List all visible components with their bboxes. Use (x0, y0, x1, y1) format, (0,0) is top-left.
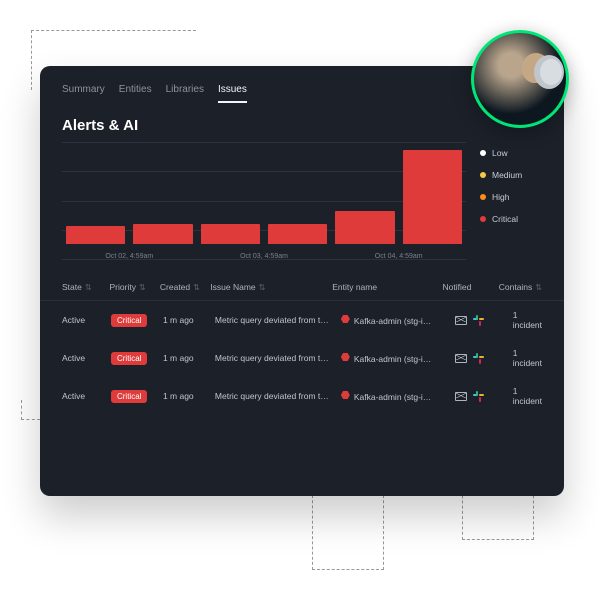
alerts-chart: Oct 02, 4:59am Oct 03, 4:59am Oct 04, 4:… (40, 142, 564, 268)
x-tick: Oct 03, 4:59am (197, 253, 332, 260)
user-avatar (471, 30, 569, 128)
slack-icon[interactable] (473, 391, 484, 402)
chart-bar (403, 150, 462, 244)
col-priority[interactable]: Priority⇅ (110, 282, 156, 292)
tab-libraries[interactable]: Libraries (166, 84, 204, 103)
col-label: State (62, 282, 82, 292)
col-contains[interactable]: Contains⇅ (499, 282, 542, 292)
sort-icon: ⇅ (535, 283, 542, 292)
cell-issue: Metric query deviated from t… (215, 391, 337, 401)
sort-icon: ⇅ (259, 283, 266, 292)
table-row[interactable]: Active Critical 1 m ago Metric query deviat… (40, 301, 564, 339)
col-label: Entity name (332, 282, 377, 292)
dot-icon (480, 194, 486, 200)
cell-notified (455, 352, 509, 364)
chart-bars (62, 142, 466, 244)
cell-contains: 1 incident (513, 310, 542, 330)
legend-critical: Critical (480, 214, 542, 224)
hexagon-icon (341, 353, 350, 362)
dot-icon (480, 216, 486, 222)
dashboard-panel: Summary Entities Libraries Issues Alerts… (40, 66, 564, 496)
cell-notified (455, 390, 509, 402)
cell-contains: 1 incident (513, 386, 542, 406)
cell-state: Active (62, 315, 107, 325)
col-notified: Notified (443, 282, 495, 292)
cell-state: Active (62, 353, 107, 363)
col-issue-name[interactable]: Issue Name ⇅ (210, 282, 328, 292)
dot-icon (480, 172, 486, 178)
legend-high: High (480, 192, 542, 202)
mail-icon[interactable] (455, 314, 467, 326)
decorative-dashes-bottom-2 (462, 490, 534, 540)
cell-contains: 1 incident (513, 348, 542, 368)
cell-priority: Critical (111, 315, 159, 325)
tab-issues[interactable]: Issues (218, 84, 247, 103)
tab-entities[interactable]: Entities (119, 84, 152, 103)
sort-icon: ⇅ (139, 283, 146, 292)
chart-legend: Low Medium High Critical (466, 142, 542, 260)
table-row[interactable]: Active Critical 1 m ago Metric query deviat… (40, 339, 564, 377)
cell-issue: Metric query deviated from t… (215, 353, 337, 363)
col-label: Notified (443, 282, 472, 292)
slack-icon[interactable] (473, 353, 484, 364)
table-row[interactable]: Active Critical 1 m ago Metric query deviat… (40, 377, 564, 415)
mail-icon[interactable] (455, 352, 467, 364)
chart-bar (335, 211, 394, 244)
cell-entity: Kafka-admin (stg-i… (341, 315, 451, 326)
chart-area: Oct 02, 4:59am Oct 03, 4:59am Oct 04, 4:… (62, 142, 466, 260)
x-tick: Oct 02, 4:59am (62, 253, 197, 260)
cell-notified (455, 314, 509, 326)
chart-x-axis: Oct 02, 4:59am Oct 03, 4:59am Oct 04, 4:… (62, 253, 466, 260)
tab-summary[interactable]: Summary (62, 84, 105, 103)
table-header: State⇅ Priority⇅ Created⇅ Issue Name⇅ En… (40, 268, 564, 301)
legend-label: Low (492, 148, 508, 158)
legend-label: Medium (492, 170, 522, 180)
legend-medium: Medium (480, 170, 542, 180)
cell-entity: Kafka-admin (stg-i… (341, 391, 451, 402)
cell-created: 1 m ago (163, 391, 211, 401)
col-entity-name: Entity name (332, 282, 438, 292)
chart-bar (66, 226, 125, 244)
col-label: Created (160, 282, 190, 292)
priority-badge: Critical (111, 390, 147, 403)
sort-icon: ⇅ (193, 283, 200, 292)
cell-entity: Kafka-admin (stg-i… (341, 353, 451, 364)
mail-icon[interactable] (455, 390, 467, 402)
legend-low: Low (480, 148, 542, 158)
hexagon-icon (341, 391, 350, 400)
sort-icon: ⇅ (85, 283, 92, 292)
col-label: Contains (499, 282, 533, 292)
decorative-dashes-bottom-1 (312, 490, 384, 570)
hexagon-icon (341, 315, 350, 324)
chart-bar (133, 224, 192, 244)
legend-label: Critical (492, 214, 518, 224)
cell-priority: Critical (111, 391, 159, 401)
dot-icon (480, 150, 486, 156)
chart-bar (268, 224, 327, 244)
cell-state: Active (62, 391, 107, 401)
priority-badge: Critical (111, 314, 147, 327)
legend-label: High (492, 192, 509, 202)
chart-bar (201, 224, 260, 244)
slack-icon[interactable] (473, 315, 484, 326)
cell-created: 1 m ago (163, 353, 211, 363)
col-label: Priority (110, 282, 136, 292)
cell-created: 1 m ago (163, 315, 211, 325)
cell-priority: Critical (111, 353, 159, 363)
col-state[interactable]: State⇅ (62, 282, 106, 292)
x-tick: Oct 04, 4:59am (331, 253, 466, 260)
table-body: Active Critical 1 m ago Metric query deviat… (40, 301, 564, 415)
priority-badge: Critical (111, 352, 147, 365)
cell-issue: Metric query deviated from t… (215, 315, 337, 325)
col-label: Issue Name (210, 282, 255, 292)
col-created[interactable]: Created⇅ (160, 282, 206, 292)
